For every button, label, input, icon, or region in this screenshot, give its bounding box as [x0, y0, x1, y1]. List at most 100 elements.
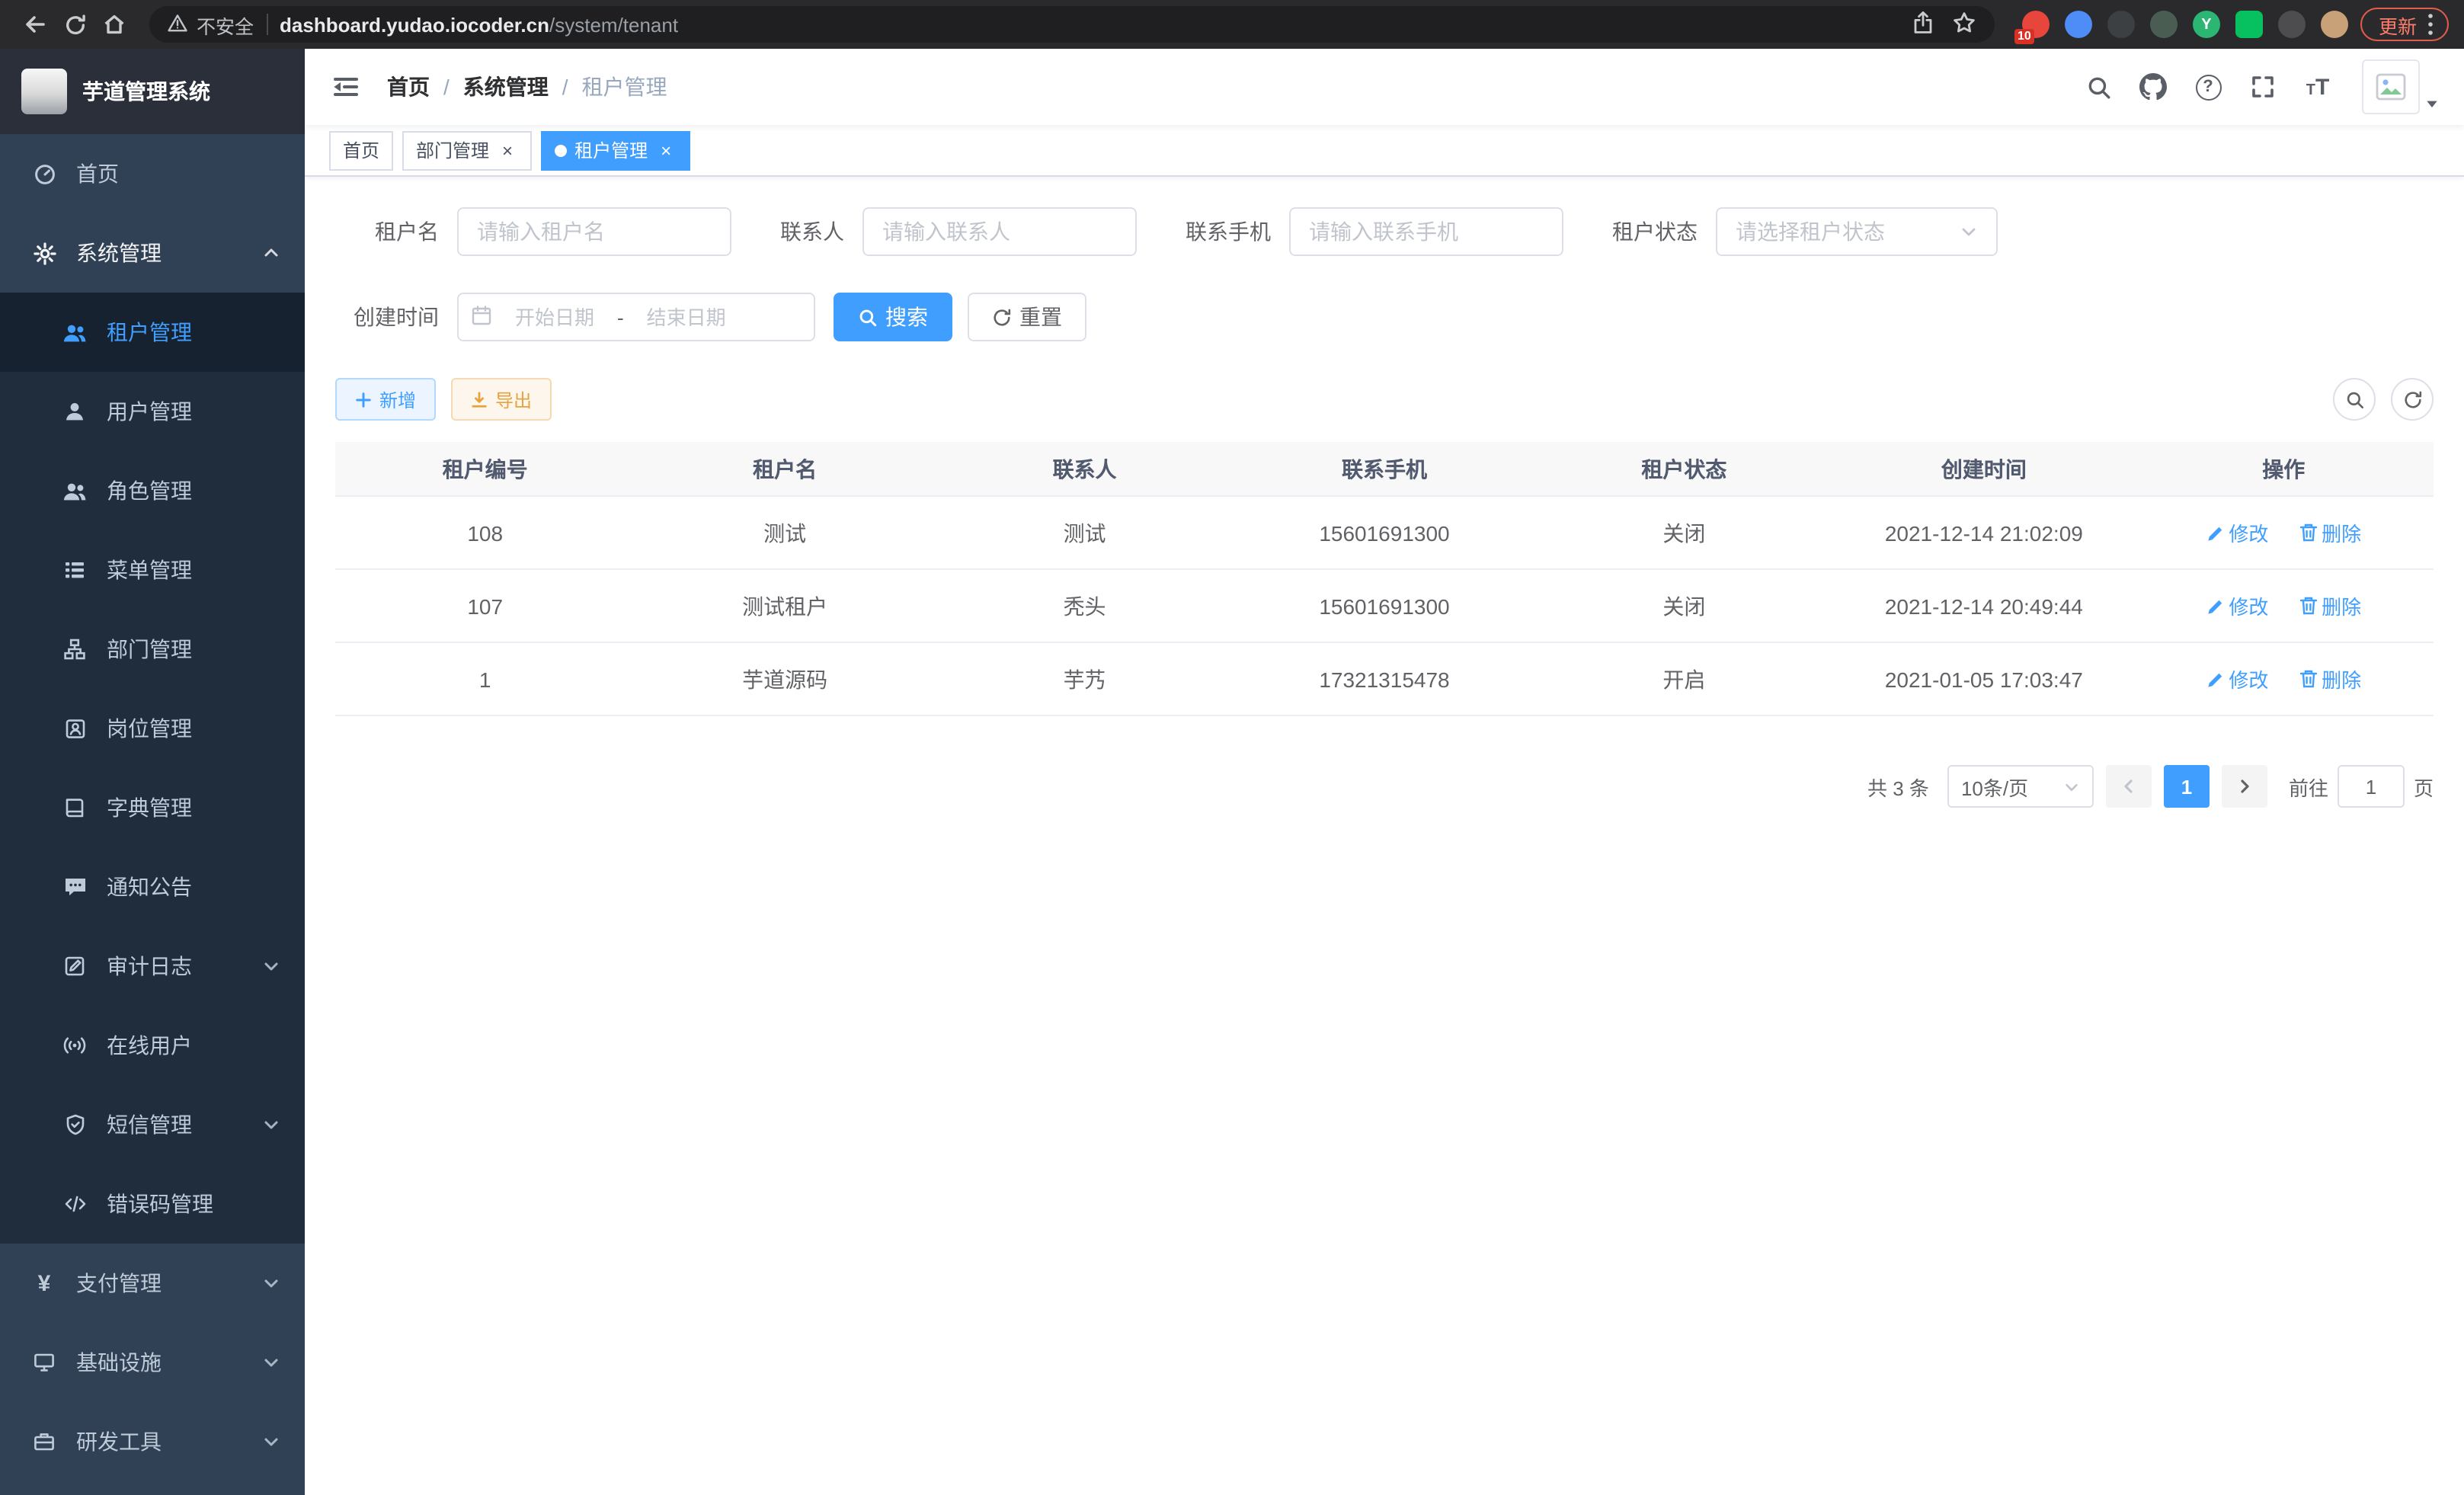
error-code-icon [61, 1193, 88, 1215]
table-toolbar: 新增 导出 [335, 378, 2434, 421]
extension-icon-7[interactable] [2278, 11, 2306, 38]
tag-tenant[interactable]: 租户管理 × [541, 130, 690, 170]
sidebar-item-label: 通知公告 [107, 872, 280, 902]
sidebar-item-user[interactable]: 用户管理 [0, 372, 305, 451]
sidebar-item-dept[interactable]: 部门管理 [0, 610, 305, 689]
delete-link[interactable]: 删除 [2299, 518, 2361, 547]
sidebar-item-label: 字典管理 [107, 792, 280, 823]
tenant-name-label: 租户名 [335, 216, 439, 247]
sidebar-item-dict[interactable]: 字典管理 [0, 768, 305, 847]
search-icon[interactable] [2075, 64, 2121, 110]
hamburger-icon[interactable] [317, 75, 375, 99]
back-button[interactable] [15, 5, 55, 44]
date-range-separator: - [617, 306, 624, 328]
extension-icon-5[interactable]: Y [2193, 11, 2220, 38]
extensions-tray: 10 Y [2022, 11, 2348, 38]
status-select[interactable] [1716, 207, 1998, 256]
sidebar-item-post[interactable]: 岗位管理 [0, 689, 305, 768]
breadcrumb-home[interactable]: 首页 [387, 72, 430, 102]
sidebar-item-notice[interactable]: 通知公告 [0, 847, 305, 927]
toggle-search-button[interactable] [2333, 378, 2376, 421]
sidebar-item-pay[interactable]: ¥ 支付管理 [0, 1244, 305, 1323]
tenant-table: 租户编号 租户名 联系人 联系手机 租户状态 创建时间 操作 108 测试 测试… [335, 442, 2434, 716]
share-icon[interactable] [1912, 10, 1934, 39]
fullscreen-icon[interactable] [2240, 64, 2286, 110]
edit-link[interactable]: 修改 [2206, 519, 2268, 548]
phone-input[interactable] [1309, 219, 1544, 244]
roles-icon [61, 479, 88, 502]
sidebar-item-home[interactable]: 首页 [0, 134, 305, 213]
sidebar-item-audit-log[interactable]: 审计日志 [0, 927, 305, 1006]
sidebar-item-infra[interactable]: 基础设施 [0, 1323, 305, 1402]
tenant-name-input[interactable] [477, 219, 712, 244]
app-logo[interactable]: 芋道管理系统 [0, 49, 305, 134]
extension-icon-1[interactable]: 10 [2022, 11, 2050, 38]
sidebar-item-label: 基础设施 [76, 1347, 244, 1378]
sidebar-item-error-code[interactable]: 错误码管理 [0, 1164, 305, 1244]
security-chip[interactable]: 不安全 [168, 10, 254, 39]
dashboard-icon [30, 162, 58, 185]
delete-link[interactable]: 删除 [2299, 664, 2361, 693]
close-icon[interactable]: × [497, 139, 518, 161]
refresh-button[interactable] [2391, 378, 2434, 421]
bookmark-star-icon[interactable] [1952, 10, 1976, 39]
sidebar-item-online-user[interactable]: 在线用户 [0, 1006, 305, 1085]
tag-home[interactable]: 首页 [329, 130, 393, 170]
add-button-label: 新增 [379, 386, 416, 412]
extension-letter: Y [2193, 11, 2220, 38]
add-button[interactable]: 新增 [335, 378, 436, 421]
extension-icon-4[interactable] [2150, 11, 2178, 38]
cell-tenant-id: 107 [335, 594, 635, 618]
post-badge-icon [61, 718, 88, 739]
col-contact: 联系人 [935, 453, 1234, 484]
extension-icon-6[interactable] [2235, 11, 2263, 38]
user-menu[interactable] [2362, 59, 2440, 114]
sidebar-item-label: 租户管理 [107, 317, 280, 347]
export-button[interactable]: 导出 [451, 378, 552, 421]
cell-phone: 15601691300 [1234, 594, 1534, 618]
sidebar-item-sms[interactable]: 短信管理 [0, 1085, 305, 1164]
status-select-input[interactable] [1736, 219, 1950, 244]
tag-label: 租户管理 [574, 137, 648, 163]
page-size-select[interactable]: 10条/页 [1947, 765, 2094, 808]
delete-link[interactable]: 删除 [2299, 591, 2361, 620]
edit-link[interactable]: 修改 [2206, 592, 2268, 621]
reset-button-label: 重置 [1019, 302, 1062, 332]
page-1-button[interactable]: 1 [2164, 765, 2210, 808]
search-button[interactable]: 搜索 [834, 293, 952, 341]
close-icon[interactable]: × [655, 139, 677, 161]
goto-page-input[interactable] [2338, 765, 2405, 808]
tag-dept[interactable]: 部门管理 × [402, 130, 532, 170]
sidebar-item-tenant[interactable]: 租户管理 [0, 293, 305, 372]
chevron-up-icon [262, 244, 280, 262]
screen: 不安全 dashboard.yudao.iocoder.cn/system/te… [0, 0, 2464, 1495]
github-icon[interactable] [2130, 64, 2176, 110]
reset-button[interactable]: 重置 [968, 293, 1086, 341]
address-bar[interactable]: 不安全 dashboard.yudao.iocoder.cn/system/te… [149, 6, 1995, 43]
cell-created: 2021-12-14 20:49:44 [1834, 594, 2133, 618]
browser-update-button[interactable]: 更新 [2360, 8, 2449, 41]
sidebar-item-dev-tools[interactable]: 研发工具 [0, 1402, 305, 1481]
reload-button[interactable] [55, 5, 94, 44]
home-button[interactable] [94, 5, 134, 44]
help-icon[interactable]: ? [2185, 64, 2231, 110]
date-range-picker[interactable]: - [457, 293, 815, 341]
divider [266, 14, 267, 35]
navbar-actions: ? TT [2075, 59, 2440, 114]
font-size-icon[interactable]: TT [2295, 64, 2341, 110]
date-end-input[interactable] [630, 306, 743, 328]
extension-icon-2[interactable] [2065, 11, 2092, 38]
sidebar-item-menu[interactable]: 菜单管理 [0, 530, 305, 610]
date-start-input[interactable] [498, 306, 611, 328]
contact-input[interactable] [882, 219, 1117, 244]
next-page-button[interactable] [2222, 765, 2267, 808]
extension-icon-3[interactable] [2107, 11, 2135, 38]
edit-link[interactable]: 修改 [2206, 665, 2268, 694]
sidebar-item-system[interactable]: 系统管理 [0, 213, 305, 293]
sidebar-item-role[interactable]: 角色管理 [0, 451, 305, 530]
prev-page-button[interactable] [2106, 765, 2152, 808]
kebab-menu-icon[interactable] [2427, 12, 2434, 37]
contact-input-wrap [862, 207, 1137, 256]
profile-avatar[interactable] [2321, 11, 2348, 38]
url-text: dashboard.yudao.iocoder.cn/system/tenant [280, 13, 678, 36]
